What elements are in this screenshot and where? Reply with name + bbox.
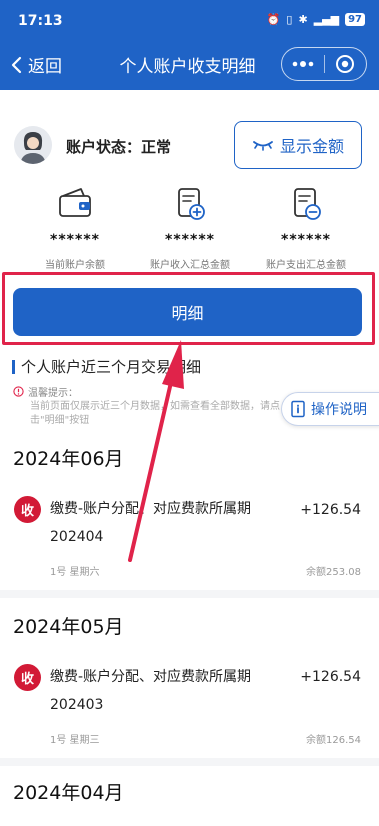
target-close-icon bbox=[336, 55, 355, 73]
tip-title: 温馨提示： bbox=[13, 384, 78, 399]
mini-program-capsule bbox=[281, 47, 367, 81]
section-divider bbox=[0, 758, 379, 766]
stat-expense: ****** 账户支出汇总金额 bbox=[243, 186, 369, 271]
detail-button[interactable]: 明细 bbox=[13, 288, 362, 336]
chevron-left-icon bbox=[11, 56, 22, 73]
status-bar: 17:13 ⏰ ▯ ✱ ▂▄▆ 97 bbox=[0, 0, 379, 40]
avatar bbox=[14, 126, 52, 164]
close-mini-program-button[interactable] bbox=[325, 47, 366, 81]
record-description[interactable]: 缴费-账户分配、对应费款所属期202403 bbox=[50, 663, 290, 719]
battery-icon: 97 bbox=[345, 13, 365, 26]
operation-guide-button[interactable]: 操作说明 bbox=[281, 392, 379, 426]
income-document-icon bbox=[178, 188, 205, 220]
income-value: ****** bbox=[165, 232, 215, 248]
alarm-icon: ⏰ bbox=[266, 13, 281, 26]
user-avatar-icon bbox=[14, 126, 52, 164]
tip-body: 当前页面仅展示近三个月数据，如需查看全部数据，请点击"明细"按钮 bbox=[30, 401, 280, 426]
back-button[interactable]: 返回 bbox=[10, 52, 62, 77]
bluetooth-icon: ✱ bbox=[298, 13, 308, 26]
record-amount: +126.54 bbox=[300, 669, 361, 685]
section-divider bbox=[0, 590, 379, 598]
account-status: 账户状态：正常 bbox=[66, 138, 172, 156]
more-button[interactable] bbox=[282, 47, 324, 81]
income-badge: 收 bbox=[14, 496, 41, 523]
section-title-text: 个人账户近三个月交易明细 bbox=[21, 358, 202, 376]
record-description[interactable]: 缴费-账户分配、对应费款所属期202404 bbox=[50, 495, 290, 551]
stat-income: ****** 账户收入汇总金额 bbox=[127, 186, 253, 271]
expense-label: 账户支出汇总金额 bbox=[266, 260, 346, 271]
record-amount: +126.54 bbox=[300, 502, 361, 518]
balance-label: 当前账户余额 bbox=[45, 260, 105, 271]
month-header: 2024年05月 bbox=[13, 616, 124, 638]
income-label: 账户收入汇总金额 bbox=[150, 260, 230, 271]
show-amount-button[interactable]: 显示金额 bbox=[234, 121, 362, 169]
tip-title-text: 温馨提示： bbox=[28, 388, 78, 399]
back-label: 返回 bbox=[28, 57, 62, 77]
record-date: 1号 星期三 bbox=[50, 735, 100, 746]
section-title: 个人账户近三个月交易明细 bbox=[12, 356, 201, 377]
signal-icon: ▂▄▆ bbox=[313, 13, 340, 26]
section-title-marker bbox=[12, 359, 15, 374]
expense-value: ****** bbox=[281, 232, 331, 248]
record-date: 1号 星期六 bbox=[50, 567, 100, 578]
guide-book-icon bbox=[291, 400, 305, 418]
eye-closed-icon bbox=[253, 141, 273, 151]
month-header: 2024年06月 bbox=[13, 448, 124, 470]
balance-value: ****** bbox=[50, 232, 100, 248]
status-time: 17:13 bbox=[18, 13, 63, 29]
record-balance: 余额126.54 bbox=[306, 735, 361, 746]
record-balance: 余额253.08 bbox=[306, 567, 361, 578]
show-amount-label: 显示金额 bbox=[279, 137, 344, 156]
operation-guide-label: 操作说明 bbox=[311, 402, 367, 418]
income-badge: 收 bbox=[14, 664, 41, 691]
vibrate-icon: ▯ bbox=[286, 13, 293, 26]
nav-bar: 返回 个人账户收支明细 bbox=[0, 40, 379, 90]
wallet-icon bbox=[59, 188, 91, 217]
expense-document-icon bbox=[294, 188, 321, 220]
page-title: 个人账户收支明细 bbox=[119, 57, 256, 77]
more-dots-icon bbox=[292, 61, 314, 67]
info-icon bbox=[13, 386, 24, 397]
stat-balance: ****** 当前账户余额 bbox=[12, 186, 138, 271]
status-icons: ⏰ ▯ ✱ ▂▄▆ 97 bbox=[267, 13, 365, 26]
month-header: 2024年04月 bbox=[13, 782, 124, 804]
